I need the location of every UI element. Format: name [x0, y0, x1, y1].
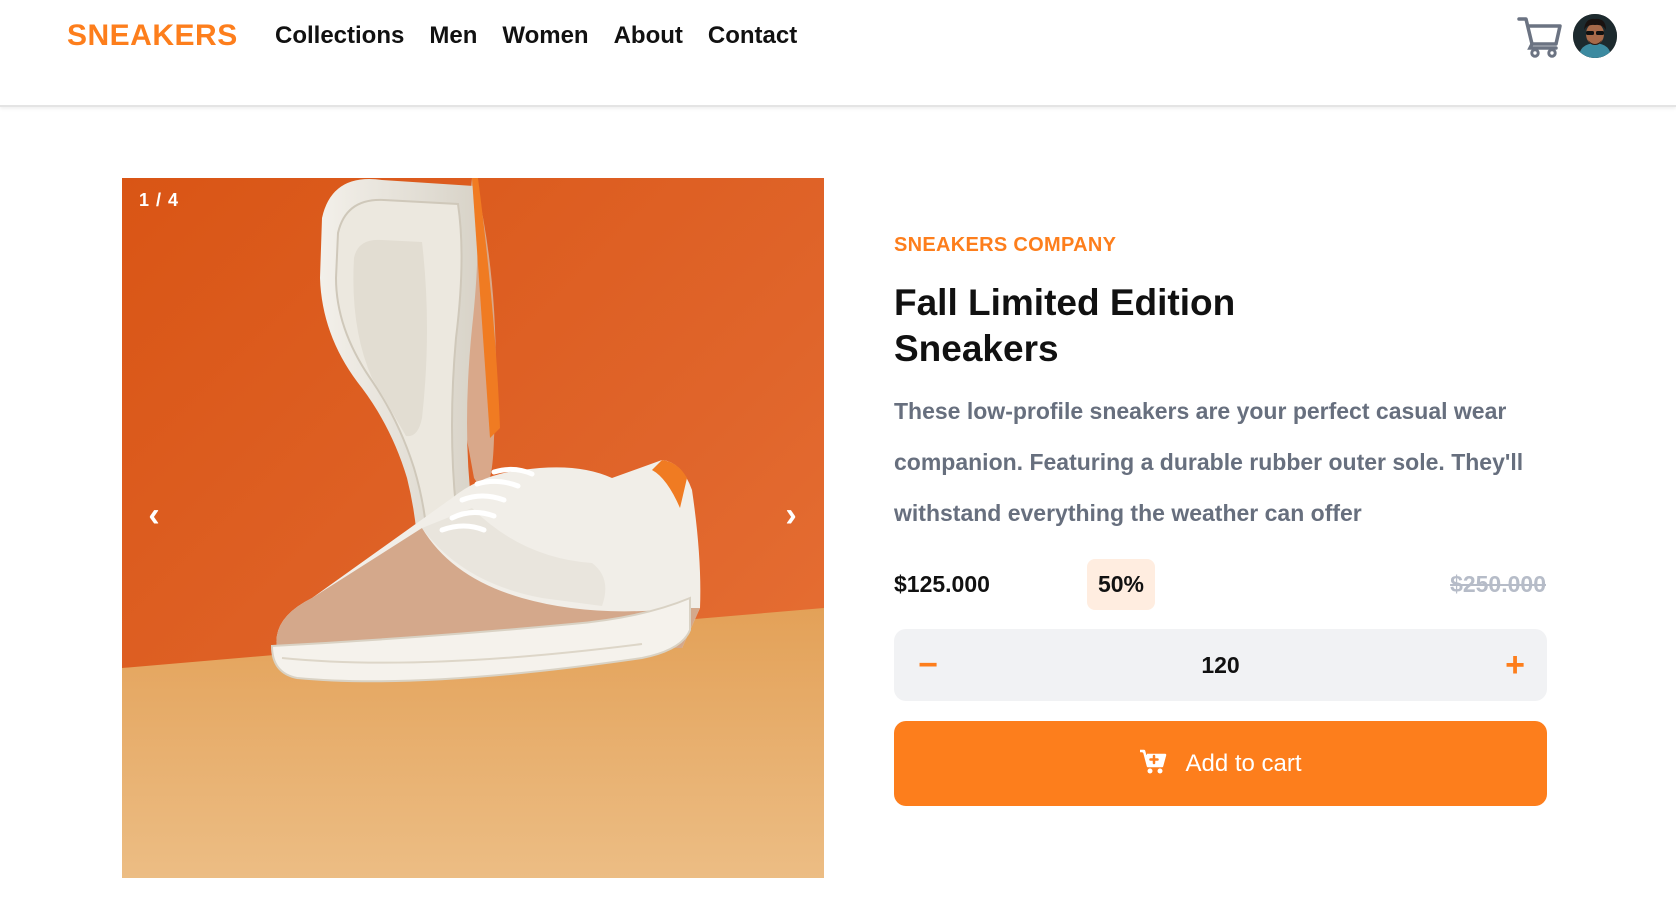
nav-item-women[interactable]: Women [502, 22, 588, 50]
product-title-line2: Sneakers [894, 328, 1059, 369]
cart-plus-icon [1139, 749, 1167, 778]
nav-item-collections[interactable]: Collections [275, 22, 404, 50]
cart-icon[interactable] [1516, 14, 1564, 58]
product-title-line1: Fall Limited Edition [894, 282, 1236, 323]
add-to-cart-label: Add to cart [1185, 749, 1302, 777]
nav-item-about[interactable]: About [614, 22, 683, 50]
user-avatar[interactable] [1573, 14, 1617, 58]
original-price: $250.000 [1450, 571, 1546, 597]
brand-logo[interactable]: SNEAKERS [67, 19, 238, 53]
product-description: These low-profile sneakers are your perf… [894, 398, 1524, 526]
site-header: SNEAKERS Collections Men Women About Con… [0, 0, 1676, 107]
product-image [122, 178, 824, 878]
quantity-stepper: − + [894, 629, 1547, 701]
increase-quantity-button[interactable]: + [1493, 643, 1537, 687]
nav-item-men[interactable]: Men [429, 22, 477, 50]
main-nav: Collections Men Women About Contact [275, 22, 797, 50]
company-label: SNEAKERS COMPANY [894, 234, 1117, 256]
decrease-quantity-button[interactable]: − [906, 643, 950, 687]
nav-item-contact[interactable]: Contact [708, 22, 797, 50]
discount-badge: 50% [1087, 559, 1155, 610]
product-gallery[interactable]: 1 / 4 ‹ › [122, 178, 824, 878]
current-price: $125.000 [894, 571, 990, 597]
add-to-cart-button[interactable]: Add to cart [894, 721, 1547, 806]
next-image-button[interactable]: › [776, 498, 806, 532]
product-title: Fall Limited Edition Sneakers [894, 280, 1314, 372]
image-counter: 1 / 4 [139, 190, 180, 210]
quantity-input[interactable] [1014, 645, 1427, 685]
prev-image-button[interactable]: ‹ [139, 498, 169, 532]
